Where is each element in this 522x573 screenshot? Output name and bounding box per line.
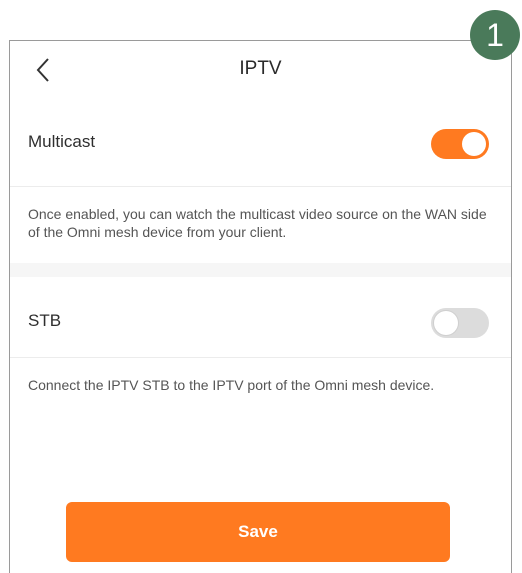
toggle-knob xyxy=(462,132,486,156)
stb-label: STB xyxy=(28,311,62,330)
phone-screen: IPTV Multicast Once enabled, you can wat… xyxy=(9,40,512,573)
section-divider xyxy=(10,263,511,277)
multicast-label: Multicast xyxy=(28,132,96,151)
stb-description: Connect the IPTV STB to the IPTV port of… xyxy=(28,377,435,393)
header-bar: IPTV xyxy=(10,41,511,99)
stb-description-panel: Connect the IPTV STB to the IPTV port of… xyxy=(10,357,511,448)
stb-row: STB xyxy=(10,277,511,365)
save-button[interactable]: Save xyxy=(66,502,450,562)
multicast-description: Once enabled, you can watch the multicas… xyxy=(28,206,487,240)
page-title: IPTV xyxy=(239,58,282,79)
stb-toggle[interactable] xyxy=(431,308,489,338)
multicast-toggle[interactable] xyxy=(431,129,489,159)
step-number-badge: 1 xyxy=(470,10,520,60)
multicast-row: Multicast xyxy=(10,98,511,186)
multicast-description-panel: Once enabled, you can watch the multicas… xyxy=(10,186,511,264)
toggle-knob xyxy=(434,311,458,335)
